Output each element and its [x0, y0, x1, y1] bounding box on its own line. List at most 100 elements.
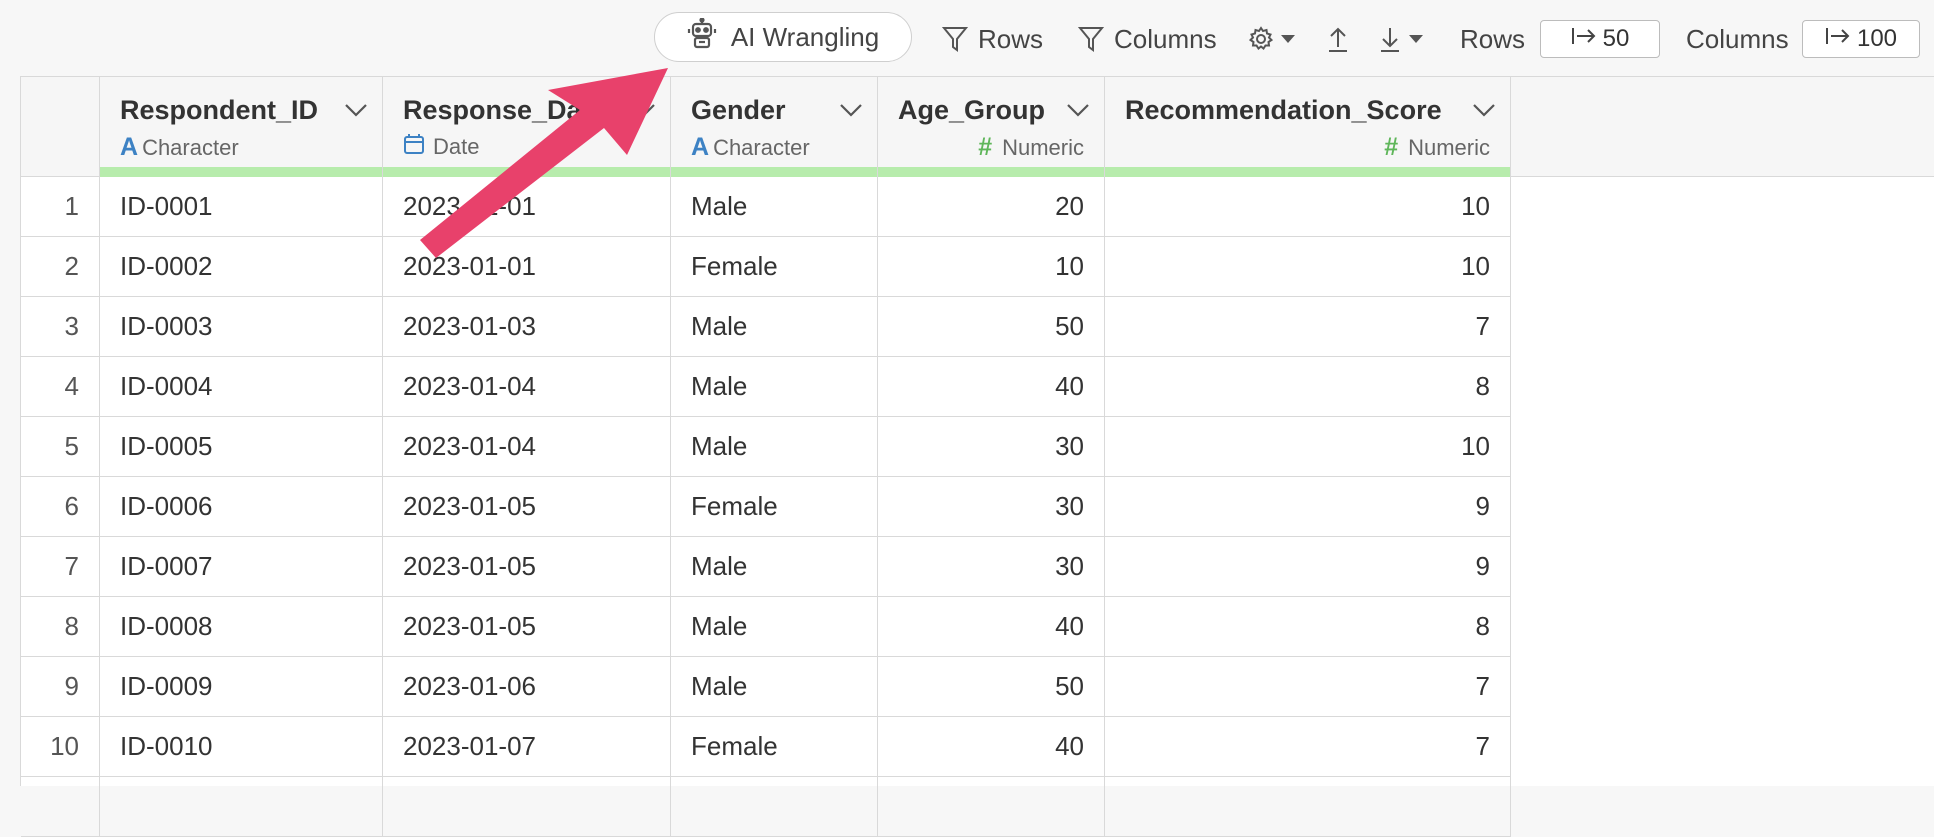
- table-cell[interactable]: Female: [671, 477, 878, 537]
- download-dropdown-button[interactable]: [1378, 20, 1424, 58]
- column-header-respondent-id[interactable]: Respondent_ID A Character: [100, 77, 383, 177]
- table-cell[interactable]: 7: [1105, 657, 1511, 717]
- table-cell[interactable]: ID-0003: [100, 297, 383, 357]
- column-header-response-date[interactable]: Response_Date Date: [383, 77, 671, 177]
- table-cell: [1105, 777, 1511, 837]
- table-cell: [383, 777, 671, 837]
- table-cell[interactable]: 40: [878, 717, 1105, 777]
- row-number-cell: 10: [21, 717, 100, 777]
- table-cell[interactable]: 2023-01-07: [383, 717, 671, 777]
- rows-limit-label: Rows: [1460, 23, 1526, 54]
- table-cell[interactable]: ID-0002: [100, 237, 383, 297]
- table-row[interactable]: 9 ID-0009 2023-01-06 Male 50 7: [21, 657, 1934, 717]
- column-header-gender[interactable]: Gender A Character: [671, 77, 878, 177]
- row-number-cell: 6: [21, 477, 100, 537]
- chevron-down-icon[interactable]: [1066, 103, 1090, 122]
- table-cell[interactable]: ID-0001: [100, 177, 383, 237]
- table-cell[interactable]: 10: [878, 237, 1105, 297]
- table-row[interactable]: 1 ID-0001 2023-01-01 Male 20 10: [21, 177, 1934, 237]
- table-cell[interactable]: 7: [1105, 717, 1511, 777]
- table-row[interactable]: 6 ID-0006 2023-01-05 Female 30 9: [21, 477, 1934, 537]
- rows-filter-button[interactable]: Rows: [942, 20, 1043, 58]
- table-cell[interactable]: ID-0007: [100, 537, 383, 597]
- filter-icon: [1078, 25, 1104, 53]
- columns-filter-button[interactable]: Columns: [1078, 20, 1217, 58]
- table-cell[interactable]: 2023-01-04: [383, 357, 671, 417]
- table-cell[interactable]: 9: [1105, 477, 1511, 537]
- table-cell[interactable]: 9: [1105, 537, 1511, 597]
- table-cell[interactable]: 30: [878, 477, 1105, 537]
- ai-wrangling-button[interactable]: AI Wrangling: [654, 12, 912, 62]
- table-row[interactable]: 7 ID-0007 2023-01-05 Male 30 9: [21, 537, 1934, 597]
- table-cell[interactable]: 7: [1105, 297, 1511, 357]
- table-cell[interactable]: ID-0004: [100, 357, 383, 417]
- table-cell[interactable]: 8: [1105, 357, 1511, 417]
- table-cell[interactable]: 40: [878, 597, 1105, 657]
- table-cell[interactable]: Male: [671, 417, 878, 477]
- table-cell[interactable]: 40: [878, 357, 1105, 417]
- chevron-down-icon[interactable]: [839, 103, 863, 122]
- download-icon: [1378, 25, 1402, 53]
- table-cell[interactable]: Male: [671, 177, 878, 237]
- table-cell[interactable]: Male: [671, 357, 878, 417]
- table-cell[interactable]: 10: [1105, 417, 1511, 477]
- table-cell[interactable]: 2023-01-06: [383, 657, 671, 717]
- caret-down-icon: [1280, 34, 1296, 44]
- table-cell[interactable]: 20: [878, 177, 1105, 237]
- table-cell[interactable]: Male: [671, 597, 878, 657]
- row-number-cell: 4: [21, 357, 100, 417]
- chevron-down-icon[interactable]: [1472, 103, 1496, 122]
- table-cell[interactable]: 8: [1105, 597, 1511, 657]
- table-cell[interactable]: ID-0010: [100, 717, 383, 777]
- table-cell[interactable]: ID-0006: [100, 477, 383, 537]
- column-header-recommendation-score[interactable]: Recommendation_Score # Numeric: [1105, 77, 1511, 177]
- table-cell[interactable]: Female: [671, 717, 878, 777]
- column-quality-bar: [100, 167, 382, 177]
- column-header-age-group[interactable]: Age_Group # Numeric: [878, 77, 1105, 177]
- chevron-down-icon[interactable]: [632, 103, 656, 122]
- settings-dropdown-button[interactable]: [1248, 20, 1296, 58]
- table-row[interactable]: 3 ID-0003 2023-01-03 Male 50 7: [21, 297, 1934, 357]
- ai-wrangling-label: AI Wrangling: [730, 21, 880, 52]
- table-row[interactable]: 5 ID-0005 2023-01-04 Male 30 10: [21, 417, 1934, 477]
- calendar-icon: [403, 133, 425, 161]
- character-type-icon: A: [691, 133, 710, 161]
- filter-icon: [942, 25, 968, 53]
- columns-limit-input[interactable]: 100: [1802, 20, 1920, 58]
- character-type-icon: A: [120, 133, 139, 161]
- rows-limit-input[interactable]: 50: [1540, 20, 1660, 58]
- toolbar: AI Wrangling Rows Columns Rows 50 Column…: [0, 0, 1934, 76]
- row-number-cell: 8: [21, 597, 100, 657]
- table-cell[interactable]: Female: [671, 237, 878, 297]
- row-number-cell: 7: [21, 537, 100, 597]
- table-cell[interactable]: 2023-01-01: [383, 177, 671, 237]
- table-cell[interactable]: Male: [671, 657, 878, 717]
- table-cell[interactable]: 2023-01-04: [383, 417, 671, 477]
- table-cell[interactable]: 30: [878, 417, 1105, 477]
- table-cell[interactable]: 30: [878, 537, 1105, 597]
- row-number-header: [21, 77, 100, 177]
- table-cell[interactable]: 10: [1105, 237, 1511, 297]
- table-row[interactable]: 4 ID-0004 2023-01-04 Male 40 8: [21, 357, 1934, 417]
- table-row[interactable]: 2 ID-0002 2023-01-01 Female 10 10: [21, 237, 1934, 297]
- table-cell[interactable]: Male: [671, 537, 878, 597]
- table-cell[interactable]: 50: [878, 657, 1105, 717]
- upload-button[interactable]: [1326, 20, 1350, 58]
- table-cell[interactable]: 2023-01-05: [383, 477, 671, 537]
- table-cell[interactable]: 2023-01-01: [383, 237, 671, 297]
- table-cell[interactable]: 10: [1105, 177, 1511, 237]
- table-cell[interactable]: 2023-01-05: [383, 597, 671, 657]
- robot-icon: [687, 16, 717, 57]
- row-number-cell: 9: [21, 657, 100, 717]
- table-row[interactable]: 8 ID-0008 2023-01-05 Male 40 8: [21, 597, 1934, 657]
- chevron-down-icon[interactable]: [344, 103, 368, 122]
- table-cell[interactable]: 2023-01-03: [383, 297, 671, 357]
- table-cell[interactable]: 50: [878, 297, 1105, 357]
- table-cell[interactable]: ID-0009: [100, 657, 383, 717]
- table-cell[interactable]: ID-0008: [100, 597, 383, 657]
- table-cell[interactable]: 2023-01-05: [383, 537, 671, 597]
- table-row[interactable]: 10 ID-0010 2023-01-07 Female 40 7: [21, 717, 1934, 777]
- numeric-type-icon: #: [978, 133, 993, 161]
- table-cell[interactable]: Male: [671, 297, 878, 357]
- table-cell[interactable]: ID-0005: [100, 417, 383, 477]
